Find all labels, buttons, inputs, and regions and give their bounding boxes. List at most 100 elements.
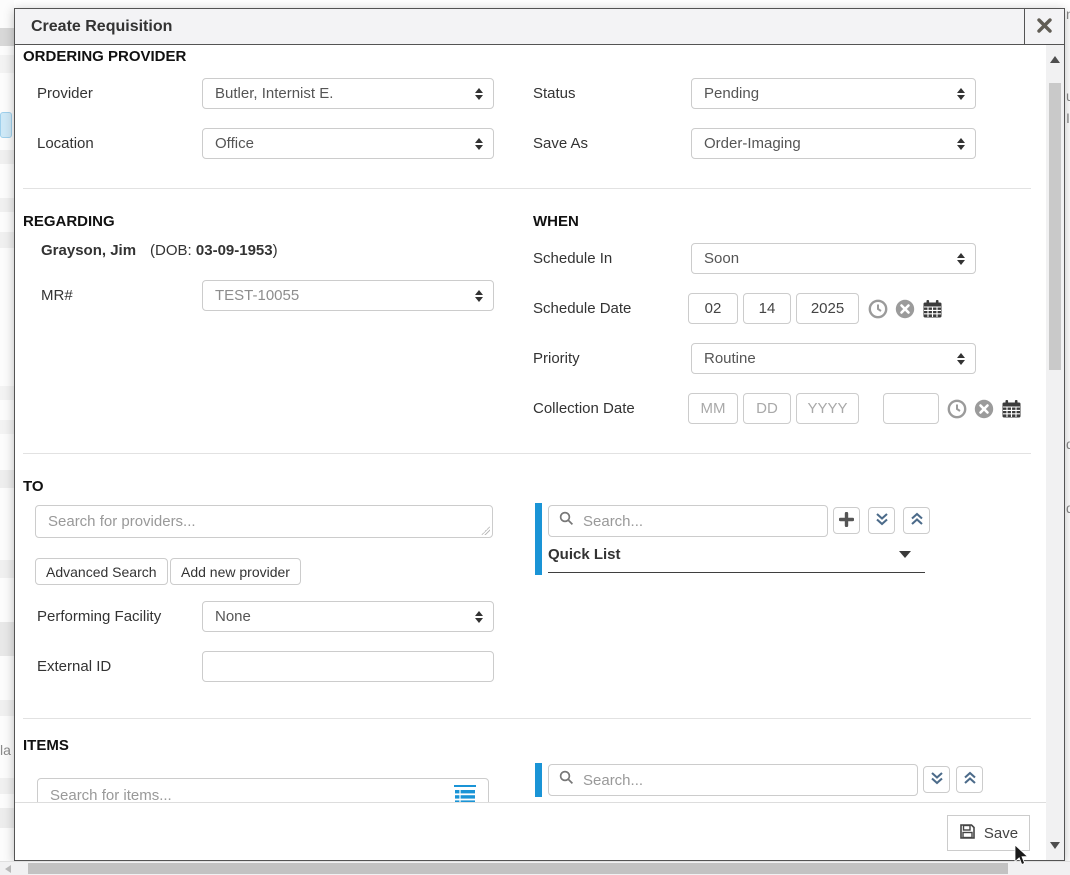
double-chevron-down-icon <box>930 771 944 789</box>
scroll-down-icon[interactable] <box>1050 842 1060 849</box>
schedule-in-select[interactable]: Soon <box>691 243 976 274</box>
collection-month-input[interactable] <box>688 393 738 424</box>
external-id-label: External ID <box>37 651 111 682</box>
schedule-in-label: Schedule In <box>533 243 612 274</box>
vertical-scrollbar[interactable] <box>1046 45 1064 860</box>
advanced-search-button[interactable]: Advanced Search <box>35 558 168 585</box>
mr-select[interactable]: TEST-10055 <box>202 280 494 311</box>
external-id-input[interactable] <box>202 651 494 682</box>
select-arrows-icon <box>957 253 965 265</box>
performing-facility-select[interactable]: None <box>202 601 494 632</box>
patient-name: Grayson, Jim <box>41 242 136 259</box>
quick-list-underline <box>548 572 925 573</box>
expand-all-button[interactable] <box>868 507 895 534</box>
provider-search-area <box>35 505 493 538</box>
save-as-label: Save As <box>533 128 588 159</box>
quick-list-caret-icon[interactable] <box>899 551 911 558</box>
double-chevron-up-icon <box>963 771 977 789</box>
schedule-year-input[interactable] <box>796 293 859 324</box>
save-label: Save <box>984 825 1018 842</box>
dialog-title: Create Requisition <box>15 18 172 36</box>
calendar-icon[interactable] <box>1001 399 1022 424</box>
collapse-all-button[interactable] <box>903 507 930 534</box>
provider-label: Provider <box>37 78 93 109</box>
background-text-fragment: la <box>0 742 11 758</box>
plus-icon <box>839 512 854 530</box>
search-icon <box>559 511 574 531</box>
clear-date-icon[interactable] <box>895 299 915 324</box>
create-requisition-dialog: Create Requisition ORDERING PROVIDER Pro… <box>14 8 1065 861</box>
schedule-date-label: Schedule Date <box>533 293 631 324</box>
status-label: Status <box>533 78 576 109</box>
select-arrows-icon <box>475 290 483 302</box>
section-items: ITEMS <box>23 737 69 754</box>
provider-select[interactable]: Butler, Internist E. <box>202 78 494 109</box>
scroll-up-icon[interactable] <box>1050 56 1060 63</box>
section-to: TO <box>23 478 44 495</box>
provider-search-input[interactable] <box>46 512 478 531</box>
select-arrows-icon <box>957 88 965 100</box>
priority-label: Priority <box>533 343 580 374</box>
collection-date-label: Collection Date <box>533 393 635 424</box>
patient-line: Grayson, Jim (DOB: 03-09-1953) <box>41 242 278 259</box>
resize-handle[interactable] <box>480 525 490 535</box>
collection-time-input[interactable] <box>883 393 939 424</box>
items-quick-search-input[interactable] <box>581 771 907 790</box>
quick-panel-accent-bar <box>535 763 542 797</box>
horizontal-scrollbar-thumb[interactable] <box>28 863 1008 874</box>
performing-facility-label: Performing Facility <box>37 601 161 632</box>
mr-label: MR# <box>41 280 73 311</box>
search-icon <box>559 770 574 790</box>
quick-panel-accent-bar <box>535 503 542 575</box>
expand-all-button[interactable] <box>923 766 950 793</box>
priority-select[interactable]: Routine <box>691 343 976 374</box>
background-toolbar-fragment <box>0 28 14 46</box>
select-arrows-icon <box>475 88 483 100</box>
add-new-provider-button[interactable]: Add new provider <box>170 558 301 585</box>
section-ordering-provider: ORDERING PROVIDER <box>23 48 186 65</box>
add-provider-quick-button[interactable] <box>833 507 860 534</box>
background-blue-button-fragment <box>0 112 12 138</box>
section-when: WHEN <box>533 213 579 230</box>
dialog-header[interactable]: Create Requisition <box>15 9 1064 45</box>
section-regarding: REGARDING <box>23 213 115 230</box>
horizontal-scrollbar[interactable] <box>0 861 1070 875</box>
schedule-month-input[interactable] <box>688 293 738 324</box>
location-label: Location <box>37 128 94 159</box>
background-right-strip: n ur In de de <box>1066 0 1070 874</box>
clock-icon[interactable] <box>868 299 888 324</box>
dialog-body: ORDERING PROVIDER Provider Butler, Inter… <box>15 45 1064 860</box>
select-arrows-icon <box>957 353 965 365</box>
select-arrows-icon <box>475 611 483 623</box>
to-quick-search-input[interactable] <box>581 512 817 531</box>
calendar-icon[interactable] <box>922 299 943 324</box>
section-divider <box>23 188 1031 189</box>
status-select[interactable]: Pending <box>691 78 976 109</box>
double-chevron-up-icon <box>910 512 924 530</box>
location-select[interactable]: Office <box>202 128 494 159</box>
select-arrows-icon <box>475 138 483 150</box>
clock-icon[interactable] <box>947 399 967 424</box>
section-divider <box>23 718 1031 719</box>
save-icon <box>959 823 976 844</box>
to-quick-search-box <box>548 505 828 537</box>
dialog-footer: Save <box>15 802 1046 860</box>
items-quick-search-box <box>548 764 918 796</box>
collapse-all-button[interactable] <box>956 766 983 793</box>
background-left-strip: la <box>0 0 14 874</box>
quick-list-header[interactable]: Quick List <box>548 546 621 563</box>
section-divider <box>23 453 1031 454</box>
select-arrows-icon <box>957 138 965 150</box>
close-icon <box>1037 18 1052 36</box>
patient-dob: (DOB: 03-09-1953) <box>150 242 278 259</box>
save-as-select[interactable]: Order-Imaging <box>691 128 976 159</box>
vertical-scrollbar-thumb[interactable] <box>1049 83 1061 370</box>
collection-day-input[interactable] <box>743 393 791 424</box>
save-button[interactable]: Save <box>947 815 1030 851</box>
close-button[interactable] <box>1024 9 1064 44</box>
double-chevron-down-icon <box>875 512 889 530</box>
collection-year-input[interactable] <box>796 393 859 424</box>
clear-date-icon[interactable] <box>974 399 994 424</box>
schedule-day-input[interactable] <box>743 293 791 324</box>
scroll-left-icon[interactable] <box>5 865 11 873</box>
